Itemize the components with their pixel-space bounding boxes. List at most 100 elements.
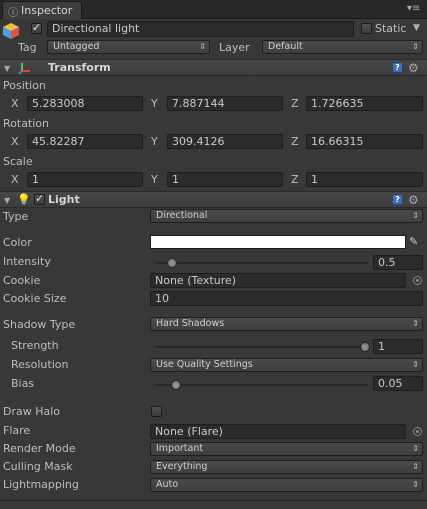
transform-help-icon[interactable]: ?: [392, 62, 403, 73]
cookie-field[interactable]: None (Texture): [150, 273, 406, 288]
position-y-label: Y: [151, 97, 158, 110]
light-bulb-icon: 💡: [17, 193, 31, 206]
gameobject-name-field[interactable]: Directional light: [47, 21, 354, 37]
transform-title: Transform: [48, 61, 111, 74]
scale-y-label: Y: [151, 173, 158, 186]
render-mode-dropdown[interactable]: Important ⇕: [150, 442, 423, 456]
static-label: Static: [375, 22, 407, 35]
strength-slider-knob[interactable]: [360, 342, 370, 352]
transform-foldout-icon[interactable]: ▼: [4, 64, 10, 73]
bias-label: Bias: [11, 377, 35, 390]
shadow-type-dropdown[interactable]: Hard Shadows ⇕: [150, 317, 423, 331]
intensity-field[interactable]: 0.5: [373, 255, 423, 270]
culling-mask-label: Culling Mask: [3, 460, 73, 473]
culling-mask-arrow-icon: ⇕: [412, 462, 419, 471]
inspector-tab-label: Inspector: [21, 4, 73, 17]
gameobject-active-checkbox[interactable]: [31, 21, 42, 34]
strength-label: Strength: [11, 339, 59, 352]
gameobject-cube-icon: [2, 22, 20, 40]
tag-label: Tag: [18, 41, 37, 54]
static-checkbox[interactable]: [361, 23, 372, 34]
transform-gear-icon[interactable]: ⚙: [408, 62, 419, 74]
light-title: Light: [48, 193, 80, 206]
layer-value: Default: [268, 41, 303, 52]
culling-mask-value: Everything: [156, 461, 208, 472]
shadow-type-value: Hard Shadows: [156, 318, 225, 329]
scale-x-field[interactable]: 1: [27, 172, 143, 187]
draw-halo-checkbox[interactable]: [151, 406, 162, 417]
scale-z-label: Z: [291, 173, 299, 186]
resolution-value: Use Quality Settings: [156, 359, 253, 370]
eyedropper-icon[interactable]: ✎: [409, 235, 418, 248]
color-swatch[interactable]: [150, 235, 406, 249]
scale-x-label: X: [11, 173, 19, 186]
type-dropdown[interactable]: Directional ⇕: [150, 209, 423, 223]
inspector-tab[interactable]: ⓘ Inspector: [2, 1, 82, 19]
rotation-y-field[interactable]: 309.4126: [167, 134, 283, 149]
scale-z-field[interactable]: 1: [306, 172, 423, 187]
bias-slider-knob[interactable]: [171, 380, 182, 390]
draw-halo-label: Draw Halo: [3, 405, 61, 418]
cookie-label: Cookie: [3, 274, 41, 287]
tab-options-icon[interactable]: ▾≡: [407, 3, 420, 14]
strength-slider-track[interactable]: [155, 346, 368, 348]
light-help-icon[interactable]: ?: [392, 194, 403, 205]
bias-slider-track[interactable]: [155, 384, 368, 386]
render-mode-arrow-icon: ⇕: [412, 444, 419, 453]
position-x-label: X: [11, 97, 19, 110]
inspector-tab-icon: ⓘ: [8, 8, 18, 19]
type-value: Directional: [156, 210, 208, 221]
bottom-divider: [0, 500, 427, 501]
flare-label: Flare: [3, 424, 31, 437]
intensity-slider-track[interactable]: [155, 262, 368, 264]
color-label: Color: [3, 236, 32, 249]
resolution-label: Resolution: [11, 358, 69, 371]
rotation-z-label: Z: [291, 135, 299, 148]
tag-arrow-icon: ⇕: [199, 42, 206, 51]
rotation-z-field[interactable]: 16.66315: [306, 134, 423, 149]
scale-label: Scale: [3, 155, 33, 168]
intensity-label: Intensity: [3, 255, 51, 268]
type-arrow-icon: ⇕: [412, 211, 419, 220]
scale-y-field[interactable]: 1: [167, 172, 283, 187]
resolution-dropdown[interactable]: Use Quality Settings ⇕: [150, 358, 423, 372]
cookie-size-label: Cookie Size: [3, 292, 67, 305]
resolution-arrow-icon: ⇕: [412, 360, 419, 369]
intensity-slider-knob[interactable]: [167, 258, 178, 268]
tag-value: Untagged: [53, 41, 100, 52]
position-y-field[interactable]: 7.887144: [167, 96, 283, 111]
light-gear-icon[interactable]: ⚙: [408, 194, 419, 206]
position-z-label: Z: [291, 97, 299, 110]
render-mode-label: Render Mode: [3, 442, 76, 455]
shadow-type-label: Shadow Type: [3, 318, 76, 331]
flare-field[interactable]: None (Flare): [150, 424, 406, 439]
position-z-field[interactable]: 1.726635: [306, 96, 423, 111]
lightmapping-label: Lightmapping: [3, 478, 79, 491]
culling-mask-dropdown[interactable]: Everything ⇕: [150, 460, 423, 474]
light-foldout-icon[interactable]: ▼: [4, 196, 10, 205]
strength-field[interactable]: 1: [373, 339, 423, 354]
flare-picker-icon[interactable]: [413, 427, 422, 436]
render-mode-value: Important: [156, 443, 204, 454]
lightmapping-arrow-icon: ⇕: [412, 480, 419, 489]
shadow-type-arrow-icon: ⇕: [412, 319, 419, 328]
static-dropdown-arrow-icon[interactable]: ▼: [413, 23, 420, 33]
transform-axes-icon: [18, 61, 32, 75]
bias-field[interactable]: 0.05: [373, 376, 423, 391]
position-x-field[interactable]: 5.283008: [27, 96, 143, 111]
tag-dropdown[interactable]: Untagged ⇕: [47, 40, 210, 54]
rotation-y-label: Y: [151, 135, 158, 148]
rotation-x-field[interactable]: 45.82287: [27, 134, 143, 149]
cookie-picker-icon[interactable]: [413, 276, 422, 285]
layer-arrow-icon: ⇕: [412, 42, 419, 51]
cookie-size-field[interactable]: 10: [150, 291, 423, 306]
layer-label: Layer: [219, 41, 250, 54]
rotation-label: Rotation: [3, 117, 50, 130]
rotation-x-label: X: [11, 135, 19, 148]
lightmapping-value: Auto: [156, 479, 179, 490]
type-label: Type: [3, 210, 29, 223]
position-label: Position: [3, 79, 46, 92]
lightmapping-dropdown[interactable]: Auto ⇕: [150, 478, 423, 492]
layer-dropdown[interactable]: Default ⇕: [262, 40, 423, 54]
light-enabled-checkbox[interactable]: [34, 192, 45, 205]
